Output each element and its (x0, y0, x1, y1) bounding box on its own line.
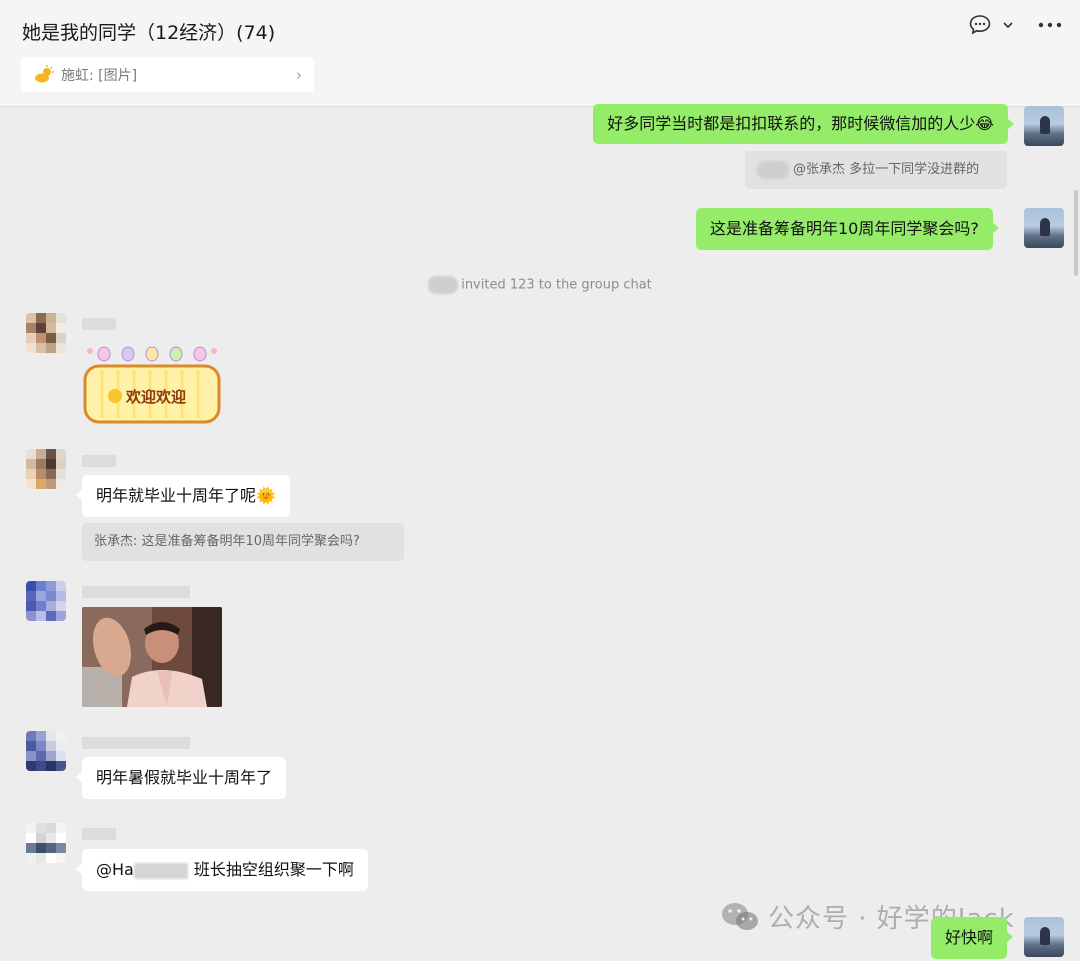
message-bubble-member[interactable]: @Ha 班长抽空组织聚一下啊 (76, 849, 368, 891)
sender-name (82, 737, 190, 749)
sender-name (82, 318, 116, 330)
chevron-down-icon[interactable] (1002, 19, 1014, 31)
quoted-reply[interactable]: @张承杰 多拉一下同学没进群的 (745, 151, 1007, 189)
svg-text:欢迎欢迎: 欢迎欢迎 (125, 388, 186, 406)
image-message[interactable] (82, 607, 222, 707)
message-bubble-self[interactable]: 这是准备筹备明年10周年同学聚会吗? (696, 208, 999, 250)
avatar-member[interactable] (26, 449, 66, 489)
avatar-self[interactable] (1024, 106, 1064, 146)
scrollbar[interactable] (1074, 190, 1078, 276)
sender-name (82, 586, 190, 598)
more-icon[interactable] (1038, 21, 1062, 29)
header-actions (968, 14, 1062, 36)
avatar-self[interactable] (1024, 917, 1064, 957)
notice-text: 施虹: [图片] (61, 67, 138, 84)
chat-title: 她是我的同学（12经济）(74) (22, 22, 276, 44)
message-bubble-member[interactable]: 明年就毕业十周年了呢🌞 (76, 475, 290, 517)
message-bubble-member[interactable]: 明年暑假就毕业十周年了 (75, 757, 287, 799)
avatar-member[interactable] (26, 731, 66, 771)
sender-name (82, 455, 116, 467)
system-message: invited 123 to the group chat (0, 276, 1080, 294)
message-bubble-self[interactable]: 好快啊 (931, 917, 1014, 959)
sender-name (82, 828, 116, 840)
weather-sun-icon (35, 64, 54, 82)
welcome-sticker[interactable]: 欢迎欢迎 (82, 338, 222, 426)
avatar-self[interactable] (1024, 208, 1064, 248)
message-bubble-self[interactable]: 好多同学当时都是扣扣联系的，那时候微信加的人少😂 (593, 104, 1014, 144)
avatar-member[interactable] (26, 823, 66, 863)
wechat-logo-icon (722, 902, 758, 930)
quoted-reply[interactable]: 张承杰: 这是准备筹备明年10周年同学聚会吗? (82, 523, 404, 561)
chevron-right-icon[interactable]: › (296, 66, 302, 84)
pinned-notice[interactable]: 施虹: [图片] › (21, 57, 314, 92)
chat-bubble-icon[interactable] (968, 14, 992, 36)
avatar-member[interactable] (26, 313, 66, 353)
chat-header: 她是我的同学（12经济）(74) 施虹: [图片] › (0, 0, 1080, 107)
avatar-member[interactable] (26, 581, 66, 621)
